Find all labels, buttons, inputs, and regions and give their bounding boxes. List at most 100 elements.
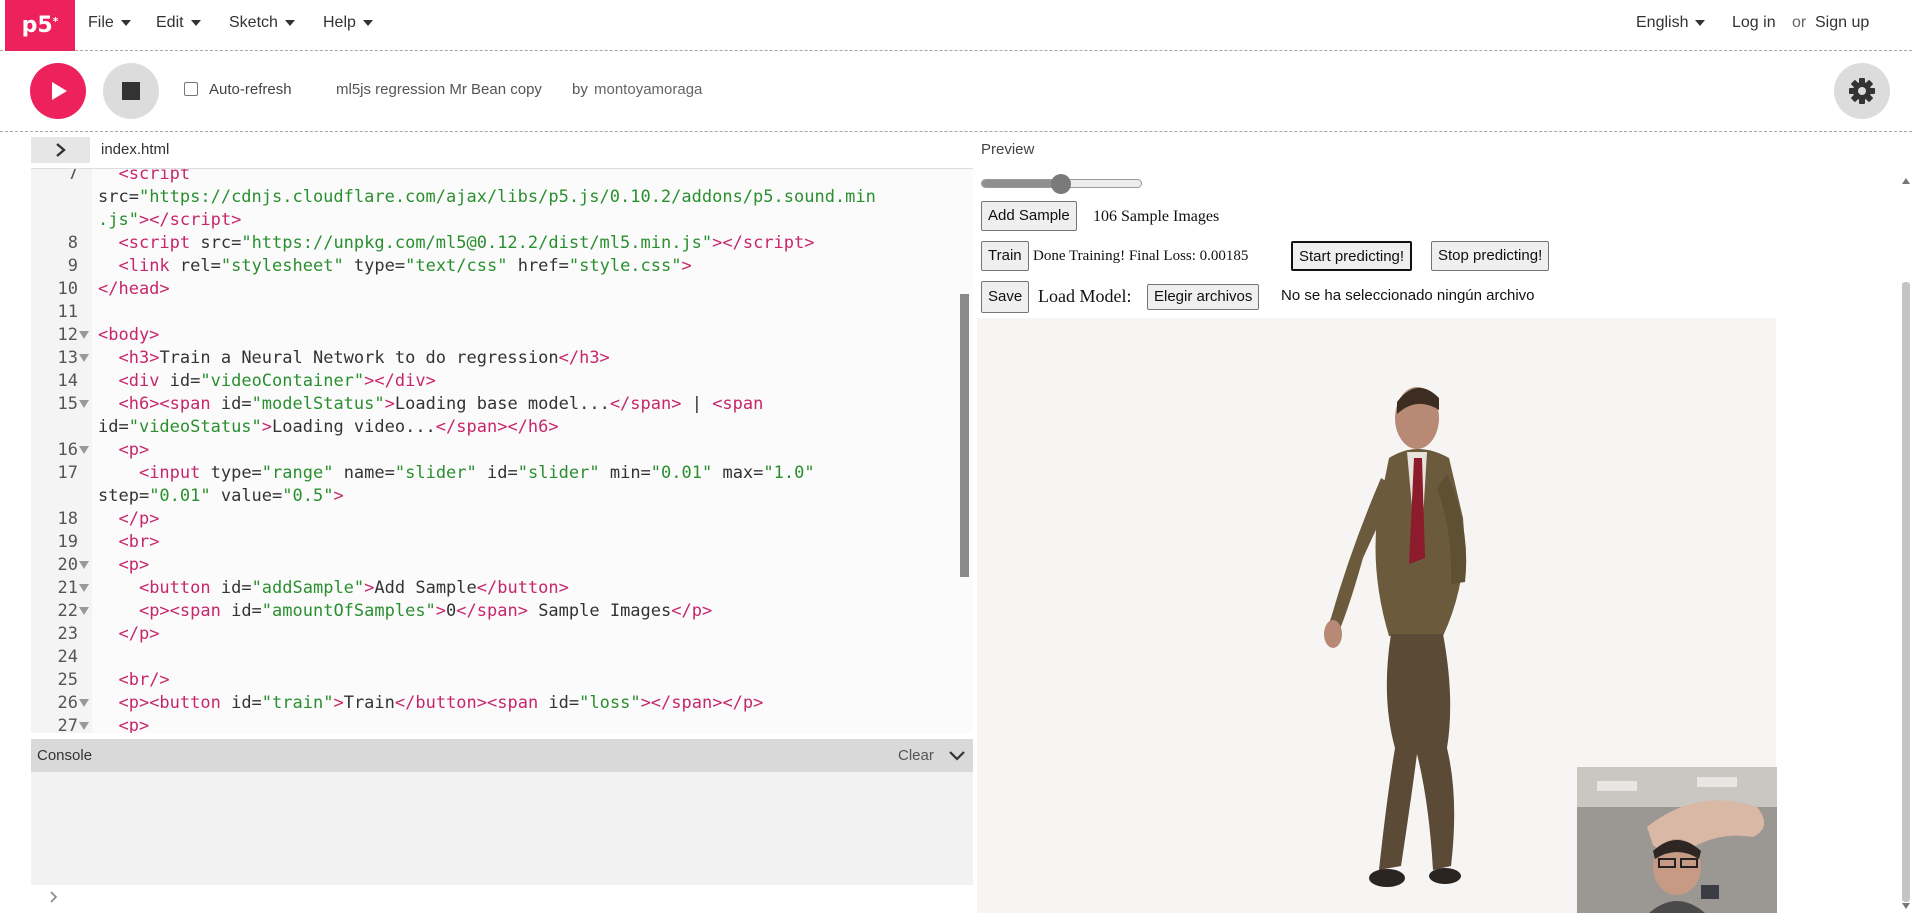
code-line[interactable]: 27 <p> xyxy=(31,715,973,733)
code-line[interactable]: src="https://cdnjs.cloudflare.com/ajax/l… xyxy=(31,186,973,209)
code-line[interactable]: 18 </p> xyxy=(31,508,973,531)
sample-count: 106 Sample Images xyxy=(1093,208,1220,225)
file-menu[interactable]: File xyxy=(88,14,131,32)
start-predicting-button[interactable]: Start predicting! xyxy=(1291,241,1413,271)
console-input[interactable] xyxy=(31,885,973,913)
save-button[interactable]: Save xyxy=(981,281,1030,313)
edit-menu[interactable]: Edit xyxy=(156,14,201,32)
language-menu[interactable]: English xyxy=(1636,14,1706,32)
top-nav: p5 * File Edit Sketch Help English Log in… xyxy=(0,0,1912,51)
logo-mark: * xyxy=(52,15,59,28)
edit-menu-label: Edit xyxy=(156,14,184,31)
help-menu[interactable]: Help xyxy=(323,14,373,32)
code-line[interactable]: 8 <script src="https://unpkg.com/ml5@0.1… xyxy=(31,232,973,255)
signup-link[interactable]: Sign up xyxy=(1815,14,1869,32)
fold-arrow-icon[interactable] xyxy=(79,607,89,615)
webcam-video xyxy=(1577,767,1777,913)
sketch-owner-link[interactable]: montoyamoraga xyxy=(594,81,702,98)
code-text: <h3>Train a Neural Network to do regress… xyxy=(118,348,610,368)
code-text: </head> xyxy=(98,279,170,299)
fold-arrow-icon[interactable] xyxy=(79,584,89,592)
fold-arrow-icon[interactable] xyxy=(79,561,89,569)
fold-arrow-icon[interactable] xyxy=(79,699,89,707)
code-line[interactable]: .js"></script> xyxy=(31,209,973,232)
editor-scrollbar[interactable] xyxy=(960,294,969,577)
add-sample-button[interactable]: Add Sample xyxy=(981,201,1077,231)
chevron-right-icon xyxy=(50,891,58,903)
line-number: 21 xyxy=(57,578,78,598)
page-scrollbar[interactable] xyxy=(1902,282,1910,902)
code-line[interactable]: 19 <br> xyxy=(31,531,973,554)
fold-arrow-icon[interactable] xyxy=(79,446,89,454)
page-scroll-down-arrow[interactable] xyxy=(1902,903,1910,909)
p5-logo[interactable]: p5 * xyxy=(5,0,75,51)
chevron-down-icon xyxy=(190,19,201,26)
code-text: <p><button id="train">Train</button><spa… xyxy=(118,693,764,713)
line-number: 15 xyxy=(57,394,78,414)
train-button[interactable]: Train xyxy=(981,241,1029,271)
slider-thumb[interactable] xyxy=(1050,174,1071,194)
stop-button[interactable] xyxy=(103,63,159,119)
chevron-down-icon xyxy=(1695,19,1706,26)
load-model-label: Load Model: xyxy=(1038,286,1132,306)
sketch-title[interactable]: ml5js regression Mr Bean copy xyxy=(336,81,542,98)
code-line[interactable]: 15 <h6><span id="modelStatus">Loading ba… xyxy=(31,393,973,416)
logo-text: p5 xyxy=(21,13,53,38)
code-line[interactable]: 17 <input type="range" name="slider" id=… xyxy=(31,462,973,485)
preview-label: Preview xyxy=(981,141,1035,158)
code-text: <p> xyxy=(118,440,150,460)
code-text: <br/> xyxy=(118,670,170,690)
code-line[interactable]: 22 <p><span id="amountOfSamples">0</span… xyxy=(31,600,973,623)
line-number: 22 xyxy=(57,601,78,621)
chevron-down-icon[interactable] xyxy=(948,750,966,762)
code-line[interactable]: 11 xyxy=(31,301,973,324)
choose-files-button[interactable]: Elegir archivos xyxy=(1147,284,1260,310)
code-text: <p> xyxy=(118,716,150,733)
code-line[interactable]: 23 </p> xyxy=(31,623,973,646)
line-number: 13 xyxy=(57,348,78,368)
code-line[interactable]: id="videoStatus">Loading video...</span>… xyxy=(31,416,973,439)
gear-icon xyxy=(1849,78,1875,104)
code-text: <script xyxy=(118,168,191,184)
code-text: .js"></script> xyxy=(98,210,242,230)
code-editor[interactable]: 7 <script src="https://cdnjs.cloudflare.c… xyxy=(31,168,973,733)
line-number: 25 xyxy=(57,670,78,690)
line-number: 26 xyxy=(57,693,78,713)
code-line[interactable]: 21 <button id="addSample">Add Sample</bu… xyxy=(31,577,973,600)
fold-arrow-icon[interactable] xyxy=(79,400,89,408)
preview-frame: Add Sample 106 Sample Images Train Done … xyxy=(977,166,1897,913)
chevron-down-icon xyxy=(120,19,131,26)
page-scroll-up-arrow[interactable] xyxy=(1902,178,1910,184)
code-line[interactable]: 9 <link rel="stylesheet" type="text/css"… xyxy=(31,255,973,278)
auto-refresh-checkbox[interactable] xyxy=(184,82,198,96)
line-number: 27 xyxy=(57,716,78,733)
code-line[interactable]: 24 xyxy=(31,646,973,669)
code-line[interactable]: 16 <p> xyxy=(31,439,973,462)
line-number: 8 xyxy=(67,233,78,253)
code-line[interactable]: 10 </head> xyxy=(31,278,973,301)
line-number: 20 xyxy=(57,555,78,575)
code-text: step="0.01" value="0.5"> xyxy=(98,486,344,506)
code-text: </p> xyxy=(118,509,160,529)
play-button[interactable] xyxy=(30,63,86,119)
code-line[interactable]: 14 <div id="videoContainer"></div> xyxy=(31,370,973,393)
fold-arrow-icon[interactable] xyxy=(79,331,89,339)
fold-arrow-icon[interactable] xyxy=(79,354,89,362)
sketch-menu[interactable]: Sketch xyxy=(229,14,295,32)
code-line[interactable]: 7 <script xyxy=(31,168,973,186)
sidebar-toggle-button[interactable] xyxy=(31,137,90,163)
code-line[interactable]: 26 <p><button id="train">Train</button><… xyxy=(31,692,973,715)
code-line[interactable]: 25 <br/> xyxy=(31,669,973,692)
code-text: id="videoStatus">Loading video...</span>… xyxy=(98,417,559,437)
code-text: <p><span id="amountOfSamples">0</span> S… xyxy=(138,601,713,621)
code-line[interactable]: step="0.01" value="0.5"> xyxy=(31,485,973,508)
chevron-right-icon xyxy=(56,143,66,157)
console-clear-button[interactable]: Clear xyxy=(898,747,934,764)
login-link[interactable]: Log in xyxy=(1732,14,1776,32)
code-line[interactable]: 13 <h3>Train a Neural Network to do regr… xyxy=(31,347,973,370)
code-line[interactable]: 20 <p> xyxy=(31,554,973,577)
settings-button[interactable] xyxy=(1834,63,1890,119)
code-line[interactable]: 12 <body> xyxy=(31,324,973,347)
stop-predicting-button[interactable]: Stop predicting! xyxy=(1431,241,1550,271)
fold-arrow-icon[interactable] xyxy=(79,722,89,730)
